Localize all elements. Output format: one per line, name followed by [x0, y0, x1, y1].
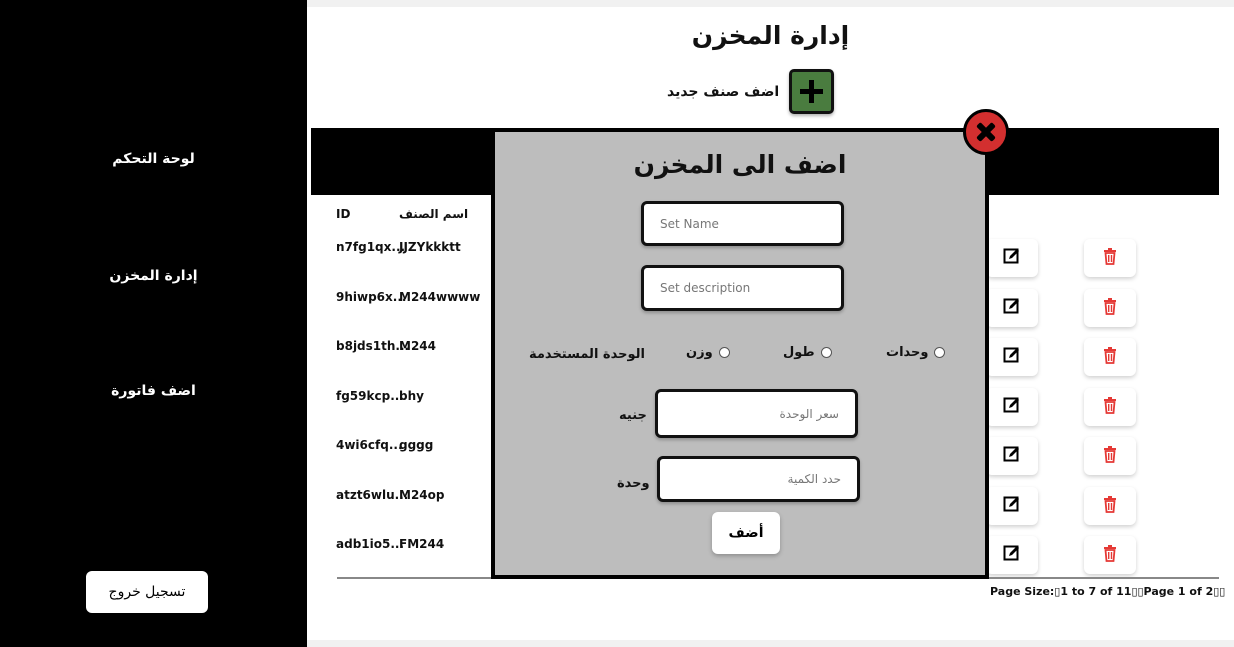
edit-button[interactable]: [986, 536, 1038, 574]
unit-option-units-label: وحدات: [886, 345, 929, 360]
close-icon[interactable]: [963, 109, 1009, 155]
modal-title: اضف الى المخزن: [633, 150, 847, 179]
trash-icon: [1101, 445, 1119, 467]
delete-button[interactable]: [1084, 437, 1136, 475]
trash-icon: [1101, 297, 1119, 319]
quantity-unit-label: وحدة: [617, 476, 650, 491]
radio-units[interactable]: [934, 347, 946, 358]
trash-icon: [1101, 544, 1119, 566]
radio-weight[interactable]: [718, 347, 730, 358]
edit-button[interactable]: [986, 437, 1038, 475]
price-input[interactable]: [655, 389, 858, 438]
unit-option-weight[interactable]: وزن: [686, 345, 730, 360]
cell-id: atzt6wlu...: [336, 487, 409, 502]
edit-button[interactable]: [986, 486, 1038, 525]
cell-name: gggg: [399, 438, 434, 452]
unit-type-label: الوحدة المستخدمة: [529, 347, 645, 362]
delete-button[interactable]: [1084, 239, 1136, 277]
cell-name: bhy: [399, 388, 424, 403]
add-item-group: اضف صنف جديد: [667, 69, 835, 114]
edit-icon: [1003, 346, 1021, 368]
cell-id: adb1io5...: [336, 537, 405, 551]
sidebar-item-add-invoice[interactable]: اضف فاتورة: [0, 383, 307, 399]
edit-icon: [1003, 495, 1021, 517]
cell-name: M244wwww: [399, 289, 481, 304]
trash-icon: [1101, 247, 1119, 269]
column-header-id: ID: [336, 207, 351, 221]
cell-id: fg59kcp...: [336, 388, 404, 403]
cell-name: JJZYkkktt: [399, 240, 461, 254]
trash-icon: [1101, 346, 1119, 368]
radio-length[interactable]: [820, 347, 832, 358]
delete-button[interactable]: [1084, 536, 1136, 574]
edit-button[interactable]: [986, 239, 1038, 277]
delete-button[interactable]: [1084, 288, 1136, 327]
page-title: إدارة المخزن: [691, 21, 850, 50]
cell-id: 4wi6cfq...: [336, 438, 403, 452]
submit-button[interactable]: أضف: [712, 512, 780, 554]
column-header-name: اسم الصنف: [399, 207, 469, 221]
delete-button[interactable]: [1084, 387, 1136, 426]
unit-option-length[interactable]: طول: [783, 345, 832, 360]
delete-button[interactable]: [1084, 486, 1136, 525]
sidebar: لوحة التحكم إدارة المخزن اضف فاتورة تسجي…: [0, 0, 307, 647]
quantity-input[interactable]: [657, 456, 860, 502]
price-unit-label: جنيه: [619, 408, 647, 423]
trash-icon: [1101, 396, 1119, 418]
edit-button[interactable]: [986, 387, 1038, 426]
edit-icon: [1003, 544, 1021, 566]
edit-icon: [1003, 445, 1021, 467]
delete-button[interactable]: [1084, 338, 1136, 376]
sidebar-item-inventory[interactable]: إدارة المخزن: [0, 268, 307, 284]
trash-icon: [1101, 495, 1119, 517]
add-item-label: اضف صنف جديد: [667, 83, 780, 100]
description-input[interactable]: [641, 265, 844, 311]
cell-name: M24op: [399, 487, 445, 502]
edit-icon: [1003, 396, 1021, 418]
edit-button[interactable]: [986, 288, 1038, 327]
pagination-info: Page Size:▯1 to 7 of 11▯▯Page 1 of 2▯▯: [990, 585, 1226, 598]
cell-id: 9hiwp6x...: [336, 289, 407, 304]
edit-button[interactable]: [986, 338, 1038, 376]
add-item-button[interactable]: [789, 69, 835, 114]
name-input[interactable]: [641, 201, 844, 246]
cell-id: n7fg1qx...: [336, 240, 406, 254]
cell-name: FM244: [399, 537, 445, 551]
add-to-inventory-modal: اضف الى المخزن الوحدة المستخدمة وزن طول …: [491, 128, 989, 579]
edit-icon: [1003, 297, 1021, 319]
unit-option-weight-label: وزن: [686, 345, 713, 360]
unit-option-length-label: طول: [783, 345, 815, 360]
logout-button[interactable]: تسجيل خروج: [86, 571, 208, 613]
edit-icon: [1003, 247, 1021, 269]
unit-option-units[interactable]: وحدات: [886, 345, 946, 360]
cell-name: M244: [399, 339, 436, 353]
sidebar-item-dashboard[interactable]: لوحة التحكم: [0, 151, 307, 167]
